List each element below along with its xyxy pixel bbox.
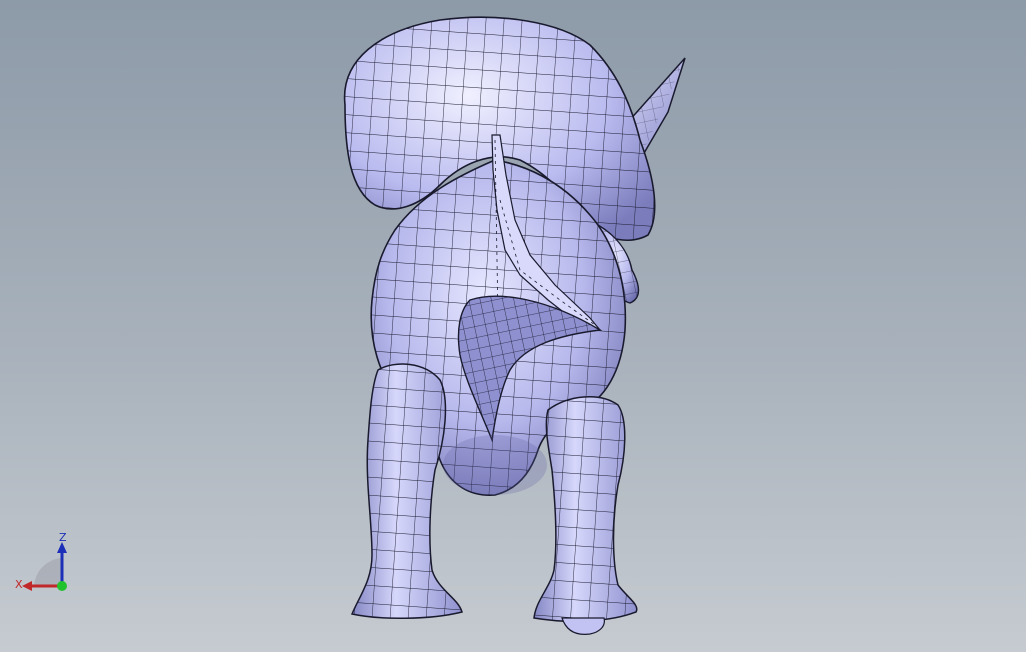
- triceratops-mesh-model[interactable]: [0, 0, 1026, 652]
- belly-shadow: [443, 435, 547, 495]
- triad-quadrant: [34, 558, 62, 586]
- x-axis-label: X: [15, 578, 23, 591]
- x-axis-arrow-icon: [22, 581, 32, 591]
- orientation-triad[interactable]: Z X: [10, 528, 80, 598]
- left-hind-leg: [350, 363, 463, 620]
- y-axis-dot-icon: [57, 581, 67, 591]
- z-axis-label: Z: [59, 531, 67, 544]
- 3d-viewport[interactable]: Z X: [0, 0, 1026, 652]
- right-hind-leg: [533, 396, 638, 635]
